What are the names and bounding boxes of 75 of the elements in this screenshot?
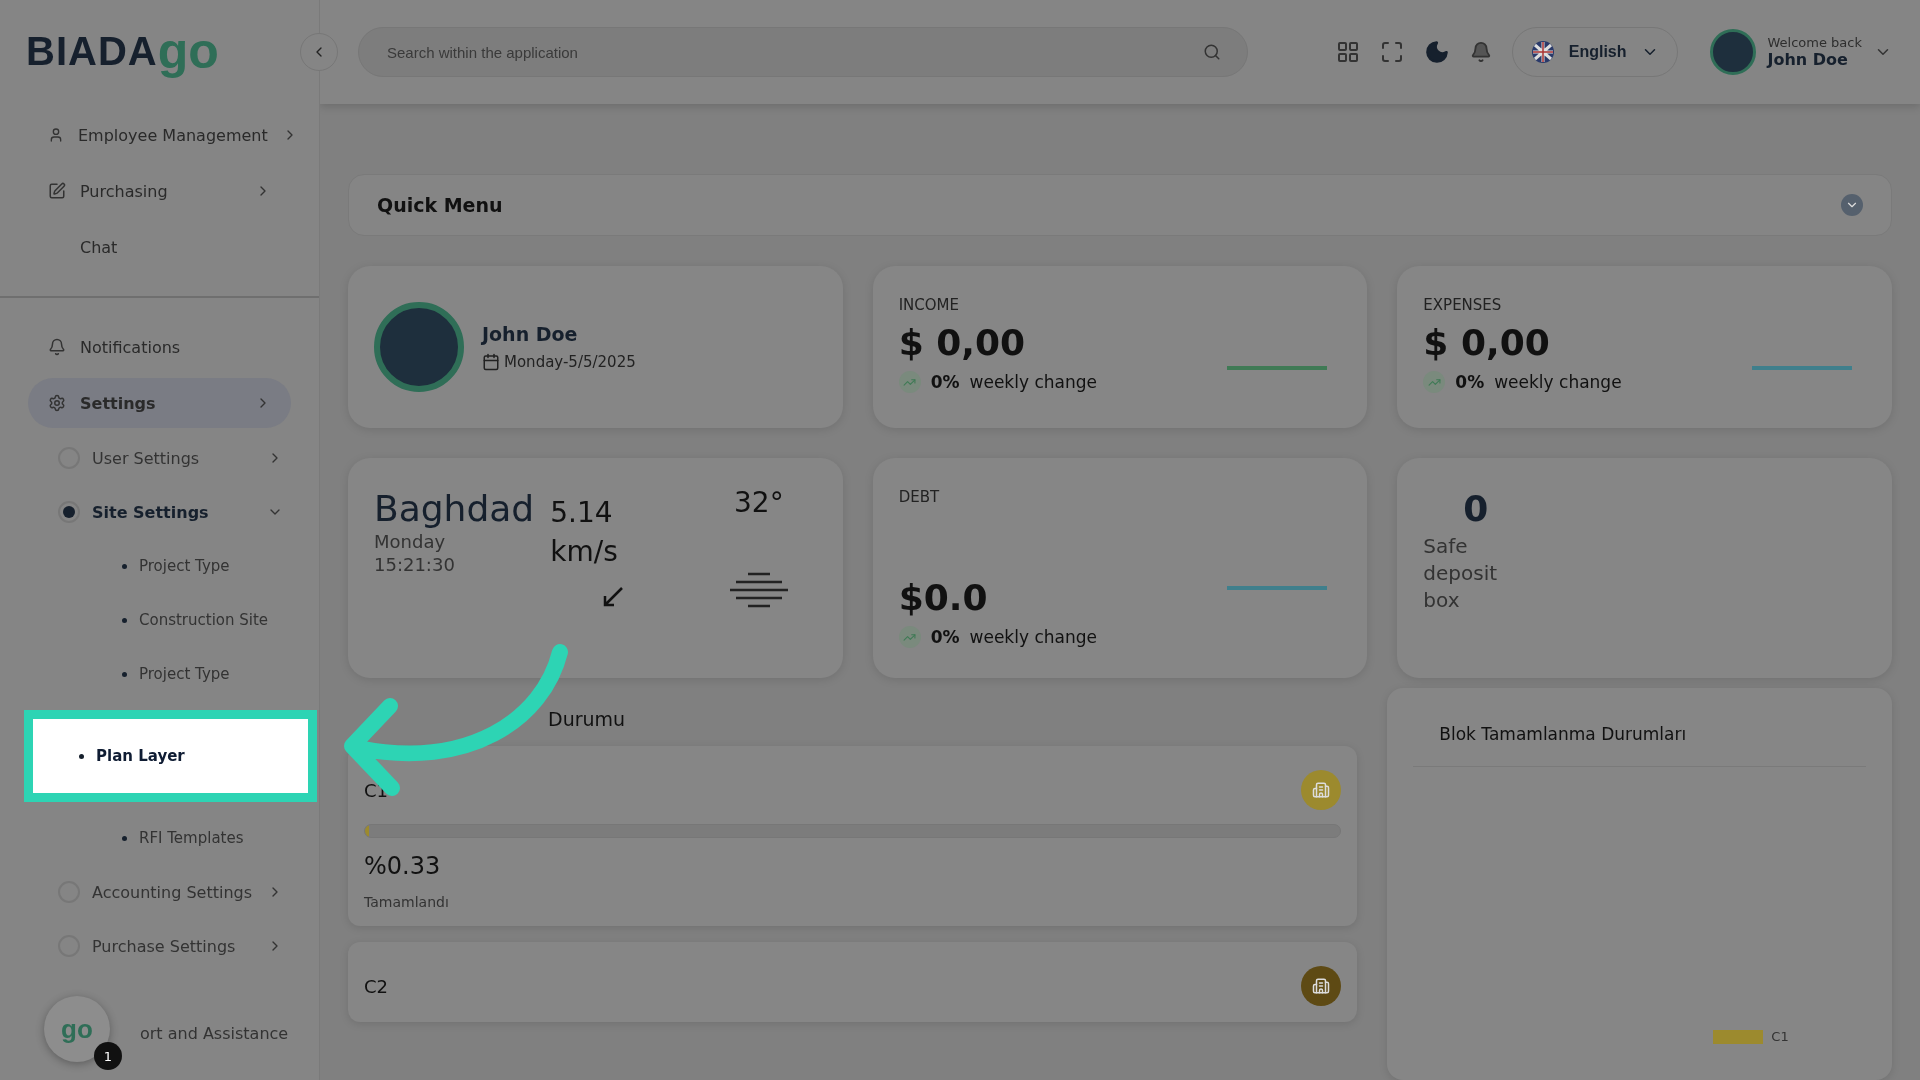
nav-item[interactable]: Notifications — [28, 322, 291, 372]
avatar — [1709, 29, 1756, 75]
submenu-link[interactable]: Project Type — [28, 542, 291, 590]
chevron-icon[interactable] — [1841, 194, 1863, 216]
logo-accent: go — [157, 26, 219, 76]
logo-text: BIADA — [26, 28, 158, 74]
legend-label: C1 — [1771, 1029, 1789, 1044]
stat-amount: $ 0,00 — [1423, 322, 1551, 363]
block-name: C2 — [364, 975, 389, 997]
fog-icon — [728, 570, 790, 610]
submenu-item[interactable]: Accounting Settings — [28, 868, 291, 916]
submenu-link[interactable]: Construction Site — [28, 596, 291, 644]
gear-icon — [48, 394, 66, 412]
panel-title: Blok Tamamlanma Durumları — [1413, 724, 1866, 767]
change-value: 0% — [930, 627, 960, 647]
nav-item[interactable]: Employee Management — [28, 110, 291, 160]
notification-badge: 1 — [94, 1042, 122, 1070]
weather-day: Monday — [374, 531, 535, 552]
trend-icon — [898, 626, 921, 648]
trend-icon — [898, 371, 921, 393]
stat-label: INCOME — [898, 296, 960, 314]
search-icon — [1203, 43, 1221, 61]
temperature: 32° — [734, 486, 784, 519]
weather-time: 15:21:30 — [374, 554, 456, 575]
wind-speed: 5.14 — [550, 496, 614, 529]
block-percent: %0.33 — [364, 852, 442, 880]
change-label: weekly change — [969, 372, 1097, 392]
safe-count: 0 — [1462, 488, 1490, 529]
nav-item[interactable]: Purchasing — [28, 166, 291, 216]
bell-icon — [48, 338, 66, 356]
submenu-link[interactable]: RFI Templates — [28, 814, 291, 862]
nav-item[interactable]: ort and Assistance — [140, 1008, 319, 1058]
bell-icon[interactable] — [1469, 41, 1492, 63]
change-value: 0% — [1455, 372, 1485, 392]
stat-amount: $ 0,00 — [898, 322, 1027, 363]
submenu-item[interactable]: Site Settings — [28, 488, 291, 536]
bullet-icon — [122, 835, 127, 841]
welcome-text: Welcome back — [1767, 35, 1862, 50]
safe-label: Safe deposit box — [1423, 533, 1499, 614]
stat-label: EXPENSES — [1423, 296, 1503, 314]
change-label: weekly change — [1494, 372, 1622, 392]
trend-icon — [1423, 371, 1446, 393]
submenu-item[interactable]: User Settings — [28, 434, 291, 482]
grid-icon[interactable] — [1335, 40, 1360, 64]
search-bar[interactable]: Search within the application — [358, 27, 1248, 77]
pen-icon — [48, 182, 66, 200]
section-title: Durumu — [547, 708, 627, 730]
city-name: Baghdad — [374, 488, 535, 529]
profile-date: Monday-5/5/2025 — [504, 353, 636, 371]
submenu-link[interactable]: Plan Layer — [24, 710, 317, 802]
change-value: 0% — [930, 372, 960, 392]
nav-item[interactable]: Chat — [28, 222, 291, 272]
bullet-icon — [122, 617, 127, 623]
submenu-link[interactable]: Project Type — [28, 650, 291, 698]
section-title: Quick Menu — [377, 194, 503, 216]
user-name: John Doe — [1767, 50, 1849, 69]
profile-name: John Doe — [482, 323, 579, 345]
moon-icon[interactable] — [1423, 39, 1450, 65]
submenu-item[interactable]: Purchase Settings — [28, 922, 291, 970]
block-status: Tamamlandı — [364, 894, 450, 910]
bullet-icon — [122, 671, 127, 677]
wind-unit: km/s — [550, 535, 619, 568]
change-label: weekly change — [969, 627, 1097, 647]
bullet-icon — [79, 753, 84, 759]
flag-icon — [1530, 40, 1555, 64]
quick-menu-bar[interactable]: Quick Menu — [348, 174, 1892, 236]
stat-amount: $0.0 — [898, 577, 989, 618]
stat-label: DEBT — [898, 488, 941, 506]
person-icon — [48, 127, 64, 143]
fullscreen-icon[interactable] — [1379, 40, 1404, 64]
language-select[interactable]: English — [1511, 27, 1678, 77]
nav-item[interactable]: Settings — [28, 378, 291, 428]
search-input[interactable]: Search within the application — [385, 42, 1193, 62]
bullet-icon — [122, 563, 127, 569]
calendar-icon — [482, 353, 500, 371]
